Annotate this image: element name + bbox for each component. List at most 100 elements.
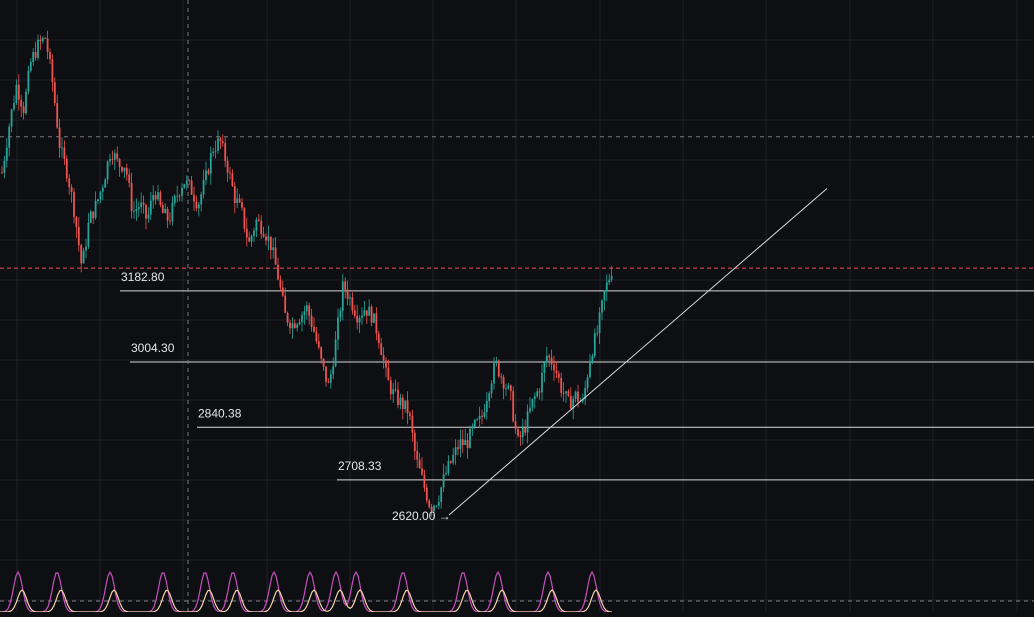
candle-down	[421, 468, 423, 475]
candle-up	[157, 192, 159, 200]
candle-down	[188, 180, 191, 182]
candle-up	[361, 315, 363, 318]
candle-down	[313, 327, 315, 332]
candle-up	[565, 391, 567, 394]
candle-down	[577, 391, 579, 402]
candle-down	[562, 392, 565, 394]
candle-down	[310, 315, 313, 327]
candle-up	[137, 207, 140, 210]
candle-up	[135, 209, 138, 211]
candle-down	[229, 172, 231, 174]
candle-up	[478, 415, 481, 420]
candle-up	[303, 311, 306, 315]
candle-up	[133, 211, 135, 212]
candle-down	[142, 202, 145, 205]
candle-down	[320, 347, 323, 359]
candle-up	[332, 366, 335, 375]
candle-down	[277, 264, 279, 280]
candle-down	[219, 138, 222, 142]
candle-down	[44, 37, 47, 39]
candle-up	[99, 191, 102, 200]
candle-down	[406, 400, 409, 414]
candle-down	[166, 208, 169, 221]
candle-down	[195, 201, 198, 209]
candle-down	[279, 279, 282, 288]
candle-down	[519, 435, 522, 437]
candle-up	[337, 317, 339, 340]
candle-up	[27, 70, 30, 92]
candle-down	[322, 358, 325, 367]
candle-down	[346, 289, 349, 299]
candle-down	[461, 439, 464, 445]
candle-up	[454, 447, 457, 455]
candle-up	[452, 455, 455, 463]
candle-up	[123, 167, 126, 172]
candle-up	[603, 291, 606, 301]
candle-down	[457, 447, 459, 449]
candle-up	[32, 52, 35, 62]
candle-up	[3, 160, 6, 173]
candle-up	[483, 412, 486, 417]
candle-up	[301, 314, 303, 323]
candle-up	[598, 312, 601, 334]
candle-up	[596, 333, 599, 334]
candle-up	[464, 440, 467, 445]
candle-down	[1, 172, 3, 174]
candle-down	[428, 500, 431, 507]
candle-up	[255, 219, 258, 231]
trendline-group[interactable]	[448, 188, 828, 516]
candle-up	[205, 170, 207, 181]
candle-up	[61, 147, 63, 149]
candle-down	[387, 367, 390, 381]
candle-down	[548, 355, 551, 358]
candle-up	[29, 62, 32, 71]
candle-up	[37, 39, 39, 58]
candle-up	[41, 37, 44, 42]
candle-down	[401, 397, 404, 409]
candle-up	[10, 109, 13, 127]
candle-down	[118, 159, 121, 167]
candle-up	[601, 300, 603, 313]
candle-up	[197, 204, 200, 209]
candle-down	[92, 211, 95, 219]
candle-up	[399, 397, 402, 405]
candle-up	[202, 180, 205, 195]
candle-down	[274, 247, 277, 265]
candle-up	[392, 389, 395, 395]
candle-down	[517, 428, 519, 436]
candle-up	[106, 161, 109, 180]
candle-up	[505, 388, 507, 390]
candle-down	[557, 373, 560, 378]
candle-up	[608, 279, 611, 283]
candle-up	[101, 187, 104, 192]
candle-down	[68, 178, 71, 188]
candle-up	[272, 247, 275, 251]
candle-up	[94, 200, 97, 219]
candle-down	[178, 195, 181, 197]
grid	[0, 0, 1034, 612]
candle-up	[373, 313, 375, 323]
candle-up	[521, 427, 524, 437]
candle-down	[353, 310, 356, 316]
candle-down	[289, 322, 291, 329]
candle-down	[260, 220, 263, 234]
candle-down	[257, 219, 260, 221]
candle-down	[286, 313, 289, 323]
candle-down	[497, 360, 500, 377]
candle-up	[490, 383, 493, 394]
candle-down	[365, 310, 368, 316]
candle-down	[509, 385, 512, 392]
candle-down	[53, 82, 56, 103]
horizontal-levels[interactable]	[0, 267, 1034, 481]
candle-down	[190, 180, 193, 195]
candle-down	[125, 167, 128, 175]
candle-up	[485, 401, 488, 413]
candle-up	[253, 230, 255, 236]
price-chart[interactable]: 3182.80 3004.30 2840.38 2708.33 2620.00 →	[0, 0, 1034, 613]
candle-down	[325, 366, 327, 382]
trendline[interactable]	[448, 188, 828, 516]
candle-up	[591, 356, 594, 361]
candle-down	[423, 474, 426, 488]
candle-up	[593, 333, 596, 357]
chart-canvas[interactable]: 3182.80 3004.30 2840.38 2708.33 2620.00 →	[0, 0, 1034, 613]
